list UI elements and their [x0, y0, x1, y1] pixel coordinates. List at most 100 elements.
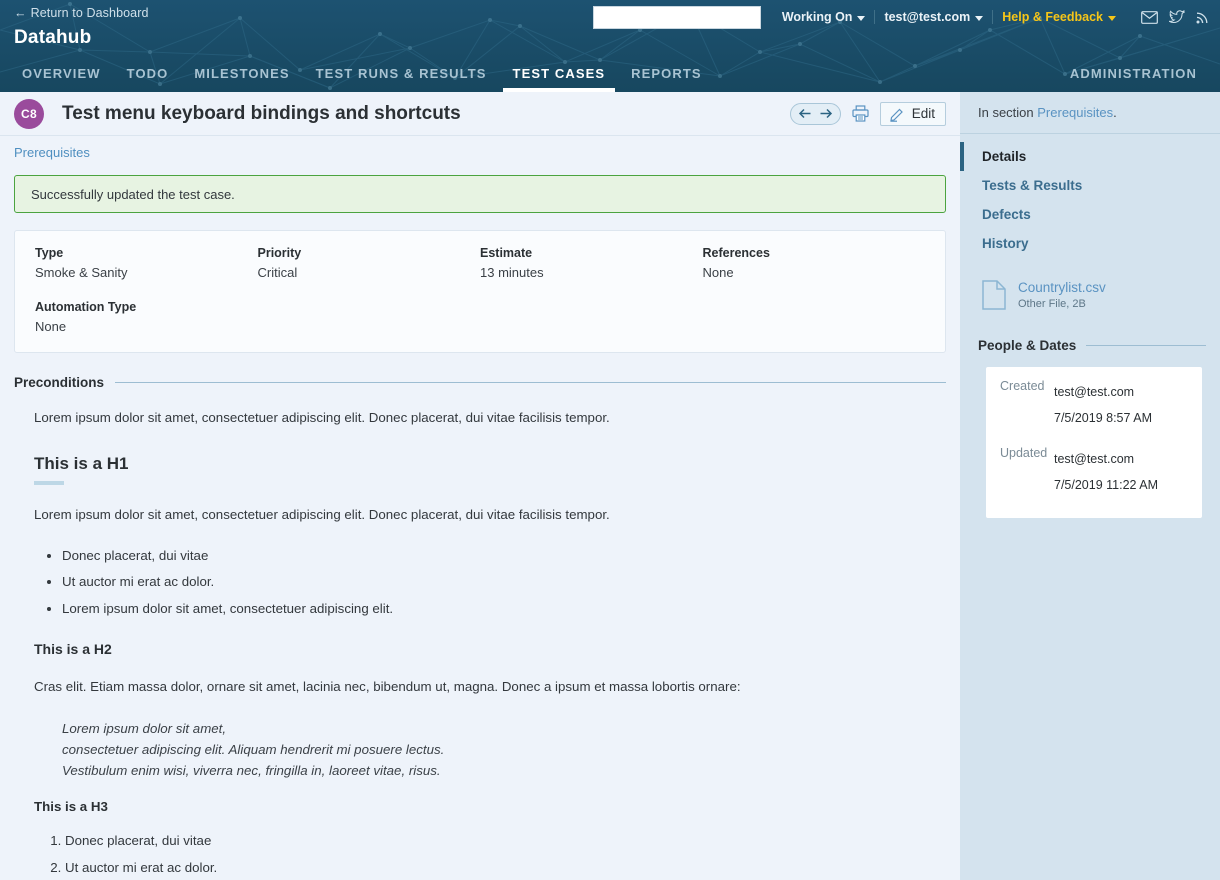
detail-label: Automation Type — [35, 300, 925, 314]
list-item: Donec placerat, dui vitae — [62, 546, 946, 567]
detail-label: Type — [35, 246, 258, 260]
top-right-toolbar: Working On test@test.com Help & Feedback — [593, 5, 1210, 29]
nav-tab-test-runs-results[interactable]: TEST RUNS & RESULTS — [303, 66, 500, 92]
detail-label: Estimate — [480, 246, 703, 260]
account-dropdown[interactable]: test@test.com — [874, 10, 992, 24]
list-item: Donec placerat, dui vitae — [65, 831, 946, 852]
nav-tab-milestones[interactable]: MILESTONES — [181, 66, 302, 92]
people-dates-section-header: People & Dates — [960, 334, 1220, 353]
blockquote-line: Vestibulum enim wisi, viverra nec, fring… — [62, 760, 946, 781]
return-to-dashboard-link[interactable]: ←Return to Dashboard — [14, 6, 149, 20]
success-banner: Successfully updated the test case. — [14, 175, 946, 213]
search-box[interactable] — [593, 6, 761, 29]
main-content: C8 Test menu keyboard bindings and short… — [0, 92, 960, 880]
nav-tab-administration[interactable]: ADMINISTRATION — [1057, 66, 1210, 92]
nav-tab-reports[interactable]: REPORTS — [618, 66, 715, 92]
prev-next-button-group[interactable] — [790, 103, 841, 125]
attachment-meta: Countrylist.csv Other File, 2B — [1018, 280, 1106, 310]
detail-value: None — [703, 265, 926, 280]
people-dates-key: Updated — [1000, 446, 1054, 499]
heading-h1-underline — [34, 481, 64, 485]
paragraph-after-h1: Lorem ipsum dolor sit amet, consectetuer… — [34, 505, 946, 526]
pencil-icon — [889, 106, 905, 122]
help-feedback-label: Help & Feedback — [1002, 10, 1103, 24]
case-toolbar: Edit — [790, 102, 946, 126]
sidebar-item-details[interactable]: Details — [960, 142, 1220, 171]
rss-icon[interactable] — [1196, 10, 1210, 24]
section-divider — [115, 382, 946, 383]
in-section-link[interactable]: Prerequisites — [1037, 105, 1113, 120]
twitter-icon[interactable] — [1169, 10, 1185, 24]
printer-icon — [852, 105, 869, 122]
edit-button[interactable]: Edit — [880, 102, 946, 126]
people-dates-key: Created — [1000, 379, 1054, 432]
nav-tab-todo[interactable]: TODO — [114, 66, 182, 92]
working-on-dropdown[interactable]: Working On — [773, 10, 875, 24]
right-sidebar: In section Prerequisites. Details Tests … — [960, 92, 1220, 880]
heading-h3: This is a H3 — [34, 797, 946, 818]
working-on-label: Working On — [782, 10, 853, 24]
chevron-down-icon — [1108, 16, 1116, 21]
detail-value: Smoke & Sanity — [35, 265, 258, 280]
case-id-badge: C8 — [14, 99, 44, 129]
section-divider — [1086, 345, 1206, 346]
people-dates-gap — [1000, 438, 1188, 446]
section-title: People & Dates — [978, 338, 1076, 353]
detail-value: Critical — [258, 265, 481, 280]
back-arrow-icon: ← — [14, 6, 27, 20]
attachment-size: Other File, 2B — [1018, 298, 1106, 310]
nav-tab-overview[interactable]: OVERVIEW — [9, 66, 114, 92]
people-dates-date: 7/5/2019 8:57 AM — [1054, 405, 1152, 431]
sidebar-nav: Details Tests & Results Defects History — [960, 134, 1220, 258]
preconditions-body: Lorem ipsum dolor sit amet, consectetuer… — [0, 390, 960, 880]
detail-label: Priority — [258, 246, 481, 260]
breadcrumb: Prerequisites — [0, 136, 960, 162]
heading-h2: This is a H2 — [34, 639, 946, 661]
list-item: Ut auctor mi erat ac dolor. — [65, 858, 946, 879]
heading-h1: This is a H1 — [34, 449, 946, 477]
people-dates-user: test@test.com — [1054, 446, 1158, 472]
detail-field-priority: Priority Critical — [258, 246, 481, 280]
search-input[interactable] — [599, 8, 758, 27]
list-item: Ut auctor mi erat ac dolor. — [62, 572, 946, 593]
in-section-suffix: . — [1113, 105, 1117, 120]
print-button[interactable] — [850, 105, 871, 122]
in-section-note: In section Prerequisites. — [960, 92, 1220, 134]
brand-title: Datahub — [14, 27, 91, 49]
file-icon — [982, 280, 1006, 310]
preconditions-section-header: Preconditions — [14, 375, 946, 390]
people-dates-date: 7/5/2019 11:22 AM — [1054, 472, 1158, 498]
sidebar-item-tests-results[interactable]: Tests & Results — [960, 171, 1220, 200]
sidebar-item-history[interactable]: History — [960, 229, 1220, 258]
sidebar-item-defects[interactable]: Defects — [960, 200, 1220, 229]
numbered-list: Donec placerat, dui vitae Ut auctor mi e… — [34, 831, 946, 880]
top-header-bar: ←Return to Dashboard Datahub Working On … — [0, 0, 1220, 92]
account-label: test@test.com — [884, 10, 970, 24]
case-header: C8 Test menu keyboard bindings and short… — [0, 92, 960, 136]
attachment-item[interactable]: Countrylist.csv Other File, 2B — [960, 258, 1220, 326]
nav-tab-test-cases[interactable]: TEST CASES — [500, 66, 619, 92]
people-dates-values: test@test.com 7/5/2019 11:22 AM — [1054, 446, 1158, 499]
breadcrumb-link-prerequisites[interactable]: Prerequisites — [14, 145, 90, 160]
help-feedback-dropdown[interactable]: Help & Feedback — [992, 10, 1125, 24]
section-title: Preconditions — [14, 375, 104, 390]
arrow-left-icon[interactable] — [798, 108, 812, 119]
people-dates-values: test@test.com 7/5/2019 8:57 AM — [1054, 379, 1152, 432]
intro-paragraph: Lorem ipsum dolor sit amet, consectetuer… — [34, 408, 946, 429]
detail-field-automation-type: Automation Type None — [35, 300, 925, 334]
detail-field-type: Type Smoke & Sanity — [35, 246, 258, 280]
bullet-list: Donec placerat, dui vitae Ut auctor mi e… — [34, 546, 946, 620]
detail-value: 13 minutes — [480, 265, 703, 280]
people-dates-row-updated: Updated test@test.com 7/5/2019 11:22 AM — [1000, 446, 1188, 499]
page-title: Test menu keyboard bindings and shortcut… — [62, 103, 790, 125]
detail-field-references: References None — [703, 246, 926, 280]
blockquote: Lorem ipsum dolor sit amet, consectetuer… — [34, 718, 946, 781]
blockquote-line: consectetuer adipiscing elit. Aliquam he… — [62, 739, 946, 760]
paragraph-after-h2: Cras elit. Etiam massa dolor, ornare sit… — [34, 677, 946, 698]
detail-field-estimate: Estimate 13 minutes — [480, 246, 703, 280]
arrow-right-icon[interactable] — [819, 108, 833, 119]
people-dates-card: Created test@test.com 7/5/2019 8:57 AM U… — [986, 367, 1202, 518]
envelope-icon[interactable] — [1141, 11, 1158, 24]
attachment-name[interactable]: Countrylist.csv — [1018, 280, 1106, 295]
page-body: C8 Test menu keyboard bindings and short… — [0, 92, 1220, 880]
